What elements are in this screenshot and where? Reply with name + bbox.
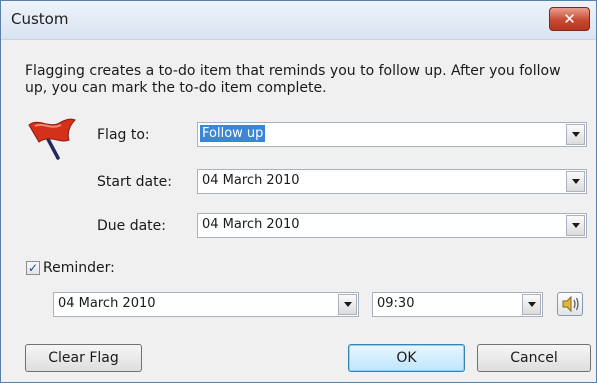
flag-to-dropdown-button[interactable] <box>566 124 585 145</box>
chevron-down-icon <box>571 132 580 137</box>
due-date-picker[interactable]: 04 March 2010 <box>197 213 587 238</box>
due-date-label: Due date: <box>97 218 167 234</box>
flag-to-label: Flag to: <box>97 127 150 143</box>
chevron-down-icon <box>571 223 580 228</box>
red-flag-icon <box>28 118 76 160</box>
reminder-date-picker[interactable]: 04 March 2010 <box>53 292 359 317</box>
dialog-title: Custom <box>11 10 69 28</box>
title-bar[interactable]: Custom ✕ <box>1 1 596 40</box>
close-button[interactable]: ✕ <box>549 7 590 31</box>
flag-to-combobox[interactable]: Follow up <box>197 122 587 147</box>
reminder-date-dropdown-button[interactable] <box>338 294 357 315</box>
start-date-dropdown-button[interactable] <box>566 171 585 192</box>
start-date-label: Start date: <box>97 174 172 190</box>
reminder-checkbox[interactable]: ✓ <box>26 261 40 275</box>
start-date-picker[interactable]: 04 March 2010 <box>197 169 587 194</box>
reminder-sound-button[interactable] <box>557 292 583 316</box>
chevron-down-icon <box>571 179 580 184</box>
flag-to-value[interactable]: Follow up <box>200 125 266 142</box>
ok-button[interactable]: OK <box>348 344 465 372</box>
checkmark-icon: ✓ <box>27 261 39 275</box>
cancel-button[interactable]: Cancel <box>477 344 591 372</box>
chevron-down-icon <box>527 302 536 307</box>
speaker-icon <box>562 295 579 313</box>
clear-flag-button[interactable]: Clear Flag <box>25 344 142 372</box>
start-date-value[interactable]: 04 March 2010 <box>202 173 300 188</box>
custom-flag-dialog: Custom ✕ Flagging creates a to-do item t… <box>0 0 597 383</box>
reminder-date-value[interactable]: 04 March 2010 <box>58 296 156 311</box>
due-date-dropdown-button[interactable] <box>566 215 585 236</box>
due-date-value[interactable]: 04 March 2010 <box>202 217 300 232</box>
close-icon: ✕ <box>563 10 576 28</box>
reminder-label[interactable]: Reminder: <box>43 260 115 276</box>
reminder-time-combobox[interactable]: 09:30 <box>372 292 543 317</box>
reminder-time-dropdown-button[interactable] <box>522 294 541 315</box>
reminder-time-value[interactable]: 09:30 <box>377 296 414 311</box>
chevron-down-icon <box>343 302 352 307</box>
description-text: Flagging creates a to-do item that remin… <box>25 63 561 96</box>
